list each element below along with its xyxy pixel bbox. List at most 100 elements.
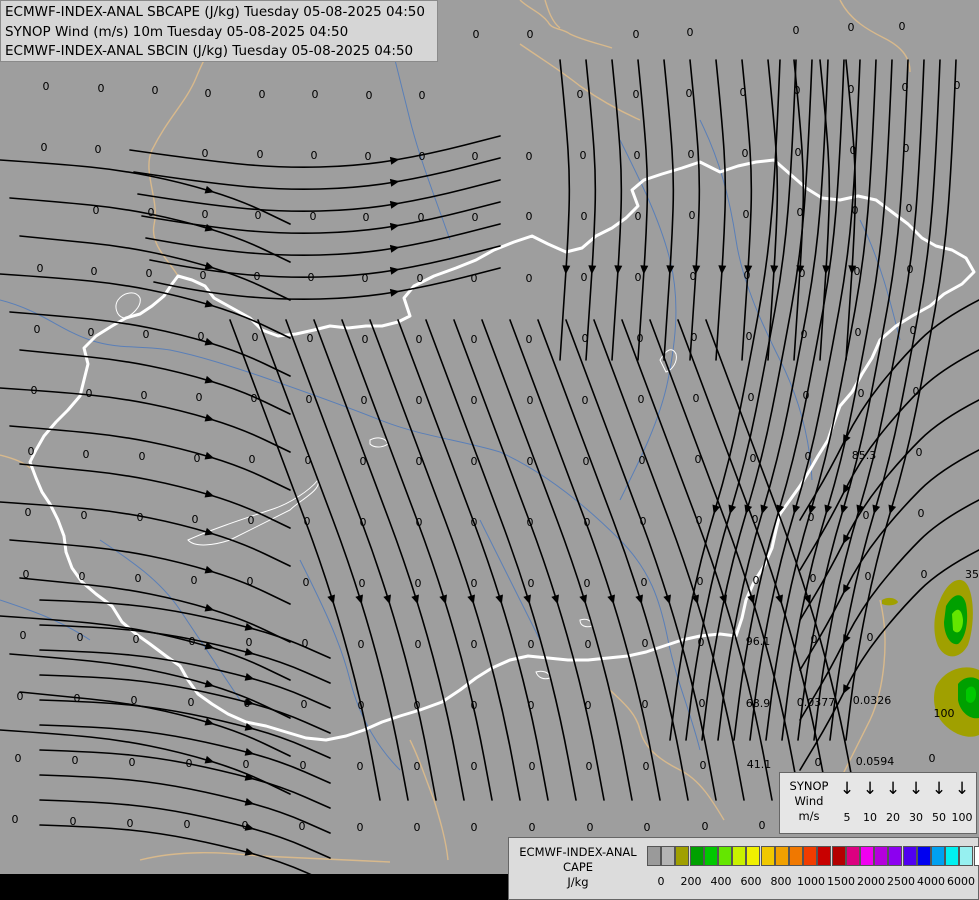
cape-color-swatch xyxy=(902,846,917,866)
cape-value-label: 0 xyxy=(899,20,906,33)
cape-value-label: 0 xyxy=(740,86,747,99)
cape-value-label: 0 xyxy=(527,455,534,468)
cape-value-label: 0 xyxy=(910,324,917,337)
cape-value-label: 0 xyxy=(137,511,144,524)
cape-value-label: 0 xyxy=(472,150,479,163)
cape-value-label: 0 xyxy=(249,453,256,466)
cape-value-label: 0 xyxy=(202,147,209,160)
cape-value-label: 0 xyxy=(748,391,755,404)
cape-value-label: 0 xyxy=(582,394,589,407)
cape-scale-tick: 1500 xyxy=(827,875,855,888)
cape-legend-title-line3: J/kg xyxy=(567,875,589,889)
cape-value-label: 0 xyxy=(805,450,812,463)
cape-value-label: 0 xyxy=(83,448,90,461)
map-title-box: ECMWF-INDEX-ANAL SBCAPE (J/kg) Tuesday 0… xyxy=(0,0,438,62)
cape-value-label: 0 xyxy=(584,577,591,590)
cape-value-label: 0 xyxy=(695,453,702,466)
cape-value-label: 0 xyxy=(698,636,705,649)
cape-value-label: 0 xyxy=(797,206,804,219)
cape-value-label: 0 xyxy=(414,760,421,773)
cape-value-label: 0 xyxy=(74,692,81,705)
cape-value-label: 0 xyxy=(528,638,535,651)
cape-value-label: 0 xyxy=(12,813,19,826)
cape-value-label: 0 xyxy=(752,513,759,526)
cape-value-label: 0 xyxy=(472,211,479,224)
cape-color-swatch xyxy=(647,846,661,866)
cape-value-label: 0 xyxy=(419,150,426,163)
cape-value-label: 0 xyxy=(415,577,422,590)
cape-value-label: 0 xyxy=(188,696,195,709)
cape-color-swatch xyxy=(931,846,945,866)
cape-value-label: 0 xyxy=(858,387,865,400)
cape-value-label: 0 xyxy=(577,88,584,101)
cape-color-swatch xyxy=(675,846,690,866)
cape-value-label: 0 xyxy=(471,821,478,834)
cape-value-label: 0 xyxy=(528,699,535,712)
cape-value-label: 0 xyxy=(637,332,644,345)
cape-legend-title-line2: CAPE xyxy=(562,860,594,874)
cape-color-swatch xyxy=(746,846,761,866)
wind-speed-label: 10 xyxy=(863,811,877,824)
cape-value-label: 0 xyxy=(357,760,364,773)
cape-value-label: 0 xyxy=(360,455,367,468)
cape-value-label: 0 xyxy=(581,271,588,284)
cape-value-label: 0 xyxy=(581,210,588,223)
cape-value-label: 0 xyxy=(86,387,93,400)
cape-value-label: 0 xyxy=(795,146,802,159)
cape-value-label: 0 xyxy=(473,28,480,41)
wind-legend-title: SYNOP Wind m/s xyxy=(782,779,836,824)
cape-value-label: 0 xyxy=(642,698,649,711)
cape-value-label: 0 xyxy=(23,568,30,581)
cape-value-label: 0 xyxy=(688,148,695,161)
cape-value-label: 0 xyxy=(696,514,703,527)
cape-value-label: 0 xyxy=(202,208,209,221)
cape-value-label: 0 xyxy=(902,81,909,94)
cape-color-swatch xyxy=(718,846,732,866)
cape-value-label: 0 xyxy=(689,209,696,222)
cape-value-label: 0 xyxy=(251,392,258,405)
cape-color-swatch xyxy=(874,846,889,866)
cape-value-label: 0 xyxy=(638,393,645,406)
cape-value-label: 0 xyxy=(31,384,38,397)
cape-value-label: 0 xyxy=(72,754,79,767)
cape-value-label: 0.0326 xyxy=(853,694,892,707)
cape-value-label: 0 xyxy=(98,82,105,95)
cape-value-label: 0 xyxy=(641,576,648,589)
cape-value-label: 0 xyxy=(43,80,50,93)
cape-value-label: 0 xyxy=(139,450,146,463)
cape-scale-tick: 600 xyxy=(740,875,762,888)
cape-value-label: 0 xyxy=(366,89,373,102)
wind-arrow-icon: ↓ xyxy=(885,779,901,799)
cape-value-label: 0 xyxy=(196,391,203,404)
cape-value-label: 0 xyxy=(471,577,478,590)
cape-value-label: 0 xyxy=(300,759,307,772)
cape-value-label: 0 xyxy=(37,262,44,275)
cape-value-label: 0 xyxy=(635,210,642,223)
cape-value-label: 0 xyxy=(129,756,136,769)
cape-color-swatch xyxy=(817,846,832,866)
cape-color-swatch xyxy=(860,846,874,866)
cape-value-label: 0 xyxy=(418,211,425,224)
cape-value-label: 0 xyxy=(312,88,319,101)
cape-value-label: 0 xyxy=(357,821,364,834)
cape-value-label: 0 xyxy=(848,83,855,96)
wind-arrow-icon: ↓ xyxy=(908,779,924,799)
cape-value-label: 0 xyxy=(362,272,369,285)
cape-color-swatch xyxy=(916,846,931,866)
cape-value-label: 0 xyxy=(913,385,920,398)
cape-value-label: 35 xyxy=(965,568,979,581)
cape-value-label: 0 xyxy=(702,820,709,833)
cape-legend-title-line1: ECMWF-INDEX-ANAL xyxy=(519,845,637,859)
cape-value-label: 0 xyxy=(921,568,928,581)
cape-value-label: 0 xyxy=(307,332,314,345)
cape-value-label: 0 xyxy=(759,819,766,832)
cape-value-label: 0 xyxy=(416,516,423,529)
cape-value-label: 0 xyxy=(79,570,86,583)
cape-value-label: 0 xyxy=(194,452,201,465)
cape-value-label: 0 xyxy=(801,328,808,341)
cape-value-label: 0 xyxy=(255,209,262,222)
wind-arrow-icon: ↓ xyxy=(954,779,970,799)
cape-value-label: 0 xyxy=(247,575,254,588)
weather-map[interactable]: 0 0 0 0 0 0 0 0 0 0 0 0 0 0 0 0 0 0 0 0 0 0 0 0 0 0 0 0 0 0 0 0 0 0 0 0 0 0 0 0… xyxy=(0,0,979,900)
map-viewport[interactable]: 0 0 0 0 0 0 0 0 0 0 0 0 0 0 0 0 0 0 0 0 0 0 0 0 0 0 0 0 0 0 0 0 0 0 0 0 0 0 0 0… xyxy=(0,0,979,900)
